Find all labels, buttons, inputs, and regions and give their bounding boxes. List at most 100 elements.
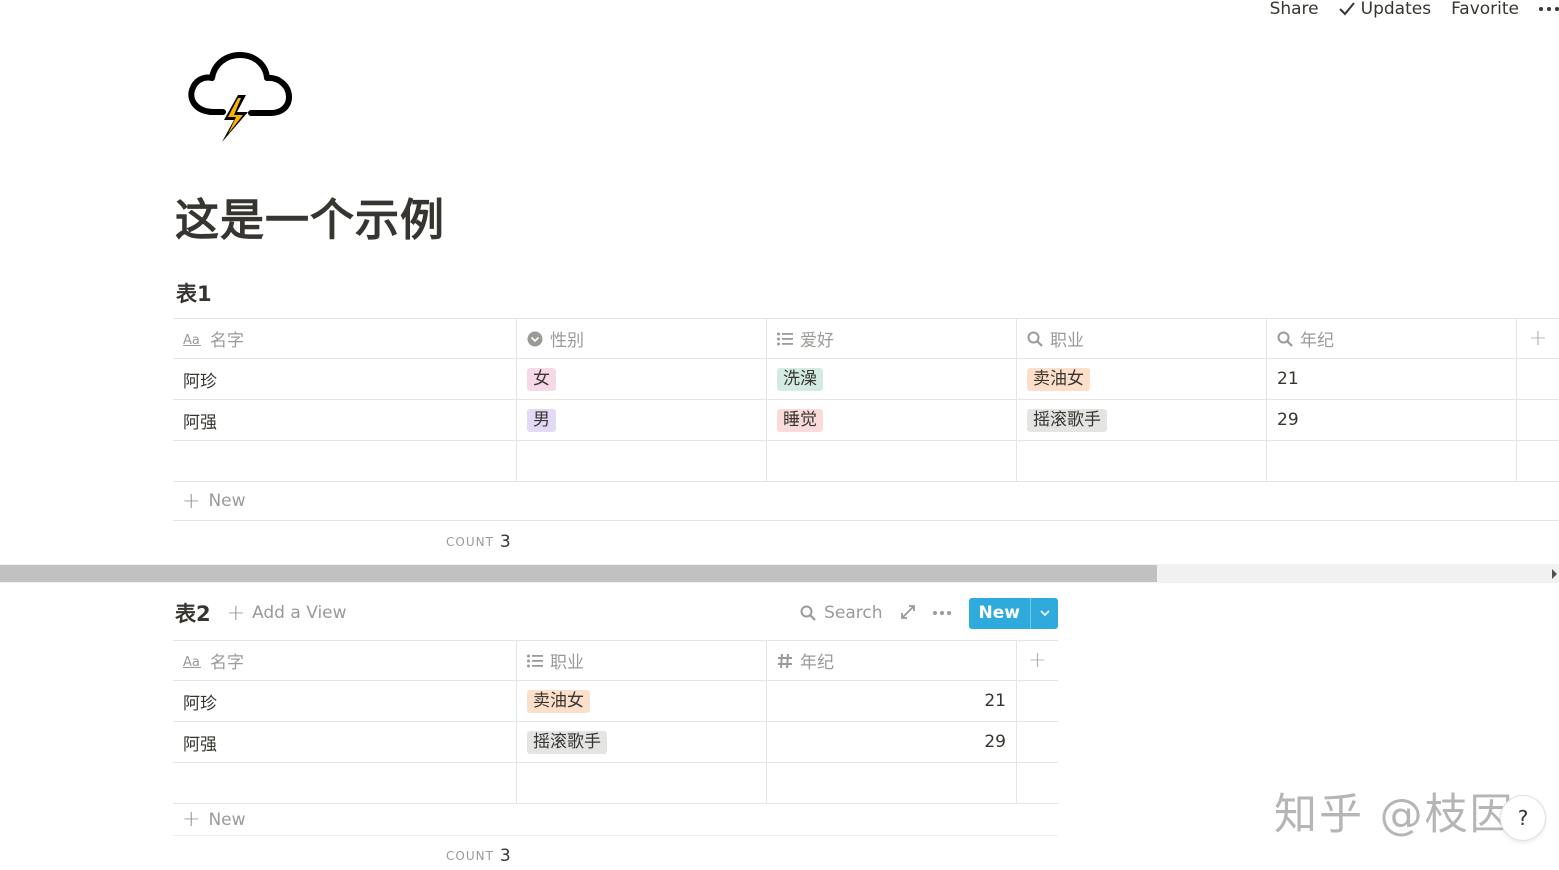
watermark: 知乎 @枝因	[1274, 790, 1515, 840]
cell-hobby[interactable]: 睡觉	[767, 400, 1017, 440]
number-hash-icon	[777, 653, 793, 669]
thunder-cloud-icon[interactable]	[186, 50, 294, 148]
cell-job[interactable]: 摇滚歌手	[517, 722, 767, 762]
count-value: 3	[499, 846, 511, 866]
cell-name[interactable]	[173, 441, 517, 481]
column-header-job[interactable]: 职业	[517, 641, 767, 680]
table1-title[interactable]: 表1	[176, 278, 212, 308]
plus-icon: +	[182, 488, 201, 514]
cell-name[interactable]: 阿强	[173, 722, 517, 762]
cell-age[interactable]	[1267, 441, 1517, 481]
cell-job[interactable]: 卖油女	[1017, 359, 1267, 399]
favorite-button[interactable]: Favorite	[1451, 0, 1519, 19]
cell-job[interactable]: 摇滚歌手	[1017, 400, 1267, 440]
add-view-button[interactable]: + Add a View	[227, 601, 347, 626]
top-bar: Share Updates Favorite	[1270, 0, 1559, 21]
new-button-label: New	[978, 603, 1020, 623]
new-record-button[interactable]: New	[968, 597, 1058, 629]
cell-job[interactable]	[517, 763, 767, 803]
count-value: 3	[499, 532, 511, 552]
table-row[interactable]: 阿珍 女 洗澡 卖油女 21	[173, 359, 1559, 400]
add-row-button[interactable]: + New	[173, 482, 1559, 521]
help-button[interactable]: ?	[1500, 795, 1546, 841]
column-header-age[interactable]: 年纪	[1267, 319, 1517, 358]
favorite-label: Favorite	[1451, 0, 1519, 19]
column-header-label: 年纪	[800, 653, 834, 673]
table1-header-row: Aa 名字 性别 爱好 职业 年纪 +	[173, 318, 1559, 359]
add-row-button[interactable]: + New	[173, 804, 1058, 836]
cell-gender[interactable]	[517, 441, 767, 481]
column-header-hobby[interactable]: 爱好	[767, 319, 1017, 358]
tag: 卖油女	[527, 689, 590, 713]
count-footer[interactable]: COUNT 3	[173, 836, 1058, 870]
cell-name[interactable]: 阿珍	[173, 359, 517, 399]
cell-age[interactable]	[767, 763, 1017, 803]
column-header-label: 爱好	[800, 331, 834, 351]
cell-gender[interactable]: 男	[517, 400, 767, 440]
horizontal-scrollbar[interactable]	[0, 564, 1559, 583]
tag: 摇滚歌手	[1027, 408, 1107, 432]
new-dropdown-button[interactable]	[1030, 597, 1058, 629]
cell-age[interactable]: 29	[767, 722, 1017, 762]
help-label: ?	[1517, 806, 1529, 830]
svg-text:Aa: Aa	[183, 655, 200, 668]
table2-title[interactable]: 表2	[175, 598, 211, 628]
table-row[interactable]: 阿强 摇滚歌手 29	[173, 722, 1058, 763]
table-row-empty[interactable]	[173, 441, 1559, 482]
column-header-age[interactable]: 年纪	[767, 641, 1017, 680]
tag: 洗澡	[777, 367, 823, 391]
add-column-button[interactable]: +	[1517, 319, 1559, 358]
toolbar-actions: Search New	[800, 597, 1058, 629]
plus-icon: +	[1528, 326, 1548, 351]
column-header-name[interactable]: Aa 名字	[173, 319, 517, 358]
more-dots-icon	[1539, 7, 1543, 11]
cell-gender[interactable]: 女	[517, 359, 767, 399]
add-column-button[interactable]: +	[1017, 641, 1058, 680]
share-button[interactable]: Share	[1270, 0, 1319, 19]
page-title[interactable]: 这是一个示例	[175, 184, 445, 248]
cell-job[interactable]: 卖油女	[517, 681, 767, 721]
checkmark-icon	[1338, 2, 1355, 16]
table-row[interactable]: 阿强 男 睡觉 摇滚歌手 29	[173, 400, 1559, 441]
search-icon	[1277, 331, 1293, 347]
new-row-label: New	[208, 491, 246, 511]
search-icon	[800, 605, 816, 621]
tag: 睡觉	[777, 408, 823, 432]
table2-header-row: Aa 名字 职业 年纪 +	[173, 640, 1058, 681]
cell-empty	[1017, 722, 1058, 762]
new-row-label: New	[208, 809, 246, 830]
cell-age[interactable]: 29	[1267, 400, 1517, 440]
cell-name[interactable]: 阿强	[173, 400, 517, 440]
cell-hobby[interactable]	[767, 441, 1017, 481]
cell-hobby[interactable]: 洗澡	[767, 359, 1017, 399]
tag: 摇滚歌手	[527, 730, 607, 754]
search-icon	[1027, 331, 1043, 347]
chevron-down-icon	[1039, 610, 1050, 616]
cell-job[interactable]	[1017, 441, 1267, 481]
table-row-empty[interactable]	[173, 763, 1058, 804]
more-dots-icon	[932, 611, 937, 615]
table-row[interactable]: 阿珍 卖油女 21	[173, 681, 1058, 722]
cell-age[interactable]: 21	[1267, 359, 1517, 399]
tag: 男	[527, 408, 556, 432]
cell-name[interactable]	[173, 763, 517, 803]
column-header-name[interactable]: Aa 名字	[173, 641, 517, 680]
scrollbar-thumb[interactable]	[0, 565, 1157, 582]
scroll-right-arrow-icon[interactable]	[1552, 569, 1557, 579]
search-button[interactable]: Search	[800, 603, 883, 623]
more-options-button[interactable]	[932, 611, 951, 615]
column-header-gender[interactable]: 性别	[517, 319, 767, 358]
plus-icon: +	[182, 807, 201, 832]
count-footer[interactable]: COUNT 3	[173, 521, 1559, 563]
column-header-job[interactable]: 职业	[1017, 319, 1267, 358]
text-aa-icon: Aa	[183, 654, 203, 668]
expand-arrows-icon	[900, 604, 915, 619]
updates-button[interactable]: Updates	[1338, 0, 1432, 19]
more-options-button[interactable]	[1539, 7, 1559, 11]
multi-select-icon	[527, 654, 543, 668]
cell-name[interactable]: 阿珍	[173, 681, 517, 721]
expand-button[interactable]	[900, 604, 915, 623]
updates-label: Updates	[1360, 0, 1432, 19]
cell-age[interactable]: 21	[767, 681, 1017, 721]
tag: 女	[527, 367, 556, 391]
